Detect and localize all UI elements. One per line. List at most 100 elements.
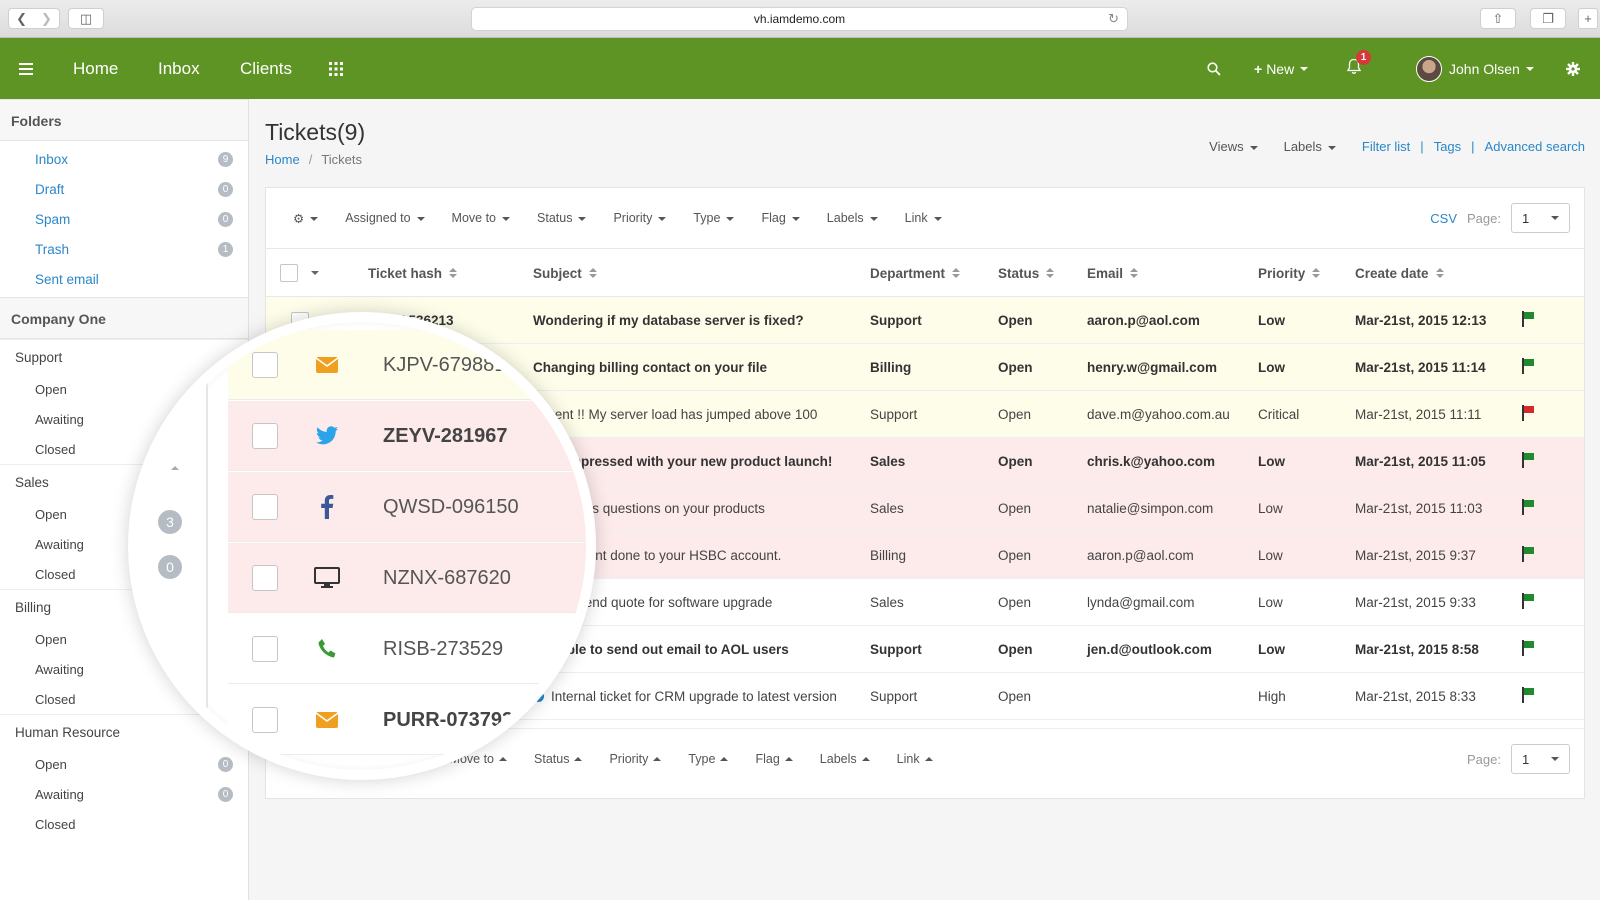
magnified-checkbox xyxy=(252,423,278,449)
forward-icon[interactable]: ❯ xyxy=(41,11,52,27)
flag-icon[interactable] xyxy=(1521,311,1535,327)
cell-email: jen.d@outlook.com xyxy=(1087,642,1212,657)
action-assigned-to[interactable]: Assigned to xyxy=(345,211,425,225)
notifications-button[interactable]: 1 xyxy=(1346,38,1371,99)
tabs-icon: ❐ xyxy=(1542,10,1554,26)
share-button[interactable]: ⇧ xyxy=(1480,8,1516,29)
action-status[interactable]: Status xyxy=(537,211,587,225)
magnified-row: PURR-073793 xyxy=(228,685,586,755)
cell-status: Open xyxy=(998,689,1032,704)
action-type-bottom[interactable]: Type xyxy=(688,752,729,766)
advanced-search-link[interactable]: Advanced search xyxy=(1485,139,1585,154)
back-forward-buttons[interactable]: ❮ ❯ xyxy=(8,8,60,29)
flag-icon[interactable] xyxy=(1521,640,1535,656)
col-status[interactable]: Status xyxy=(998,249,1055,297)
magnified-checkbox xyxy=(252,352,278,378)
action-priority-bottom[interactable]: Priority xyxy=(609,752,662,766)
address-bar[interactable]: vh.iamdemo.com ↻ xyxy=(471,7,1128,31)
views-dropdown[interactable]: Views xyxy=(1209,139,1258,154)
cell-email: aaron.p@aol.com xyxy=(1087,548,1194,563)
col-priority[interactable]: Priority xyxy=(1258,249,1321,297)
action-bar: ⚙ Assigned to Move to Status Priority Ty… xyxy=(266,188,1584,248)
sidebar-toggle-button[interactable]: ◫ xyxy=(68,8,104,29)
col-email[interactable]: Email xyxy=(1087,249,1139,297)
col-ticket-hash[interactable]: Ticket hash xyxy=(368,249,458,297)
cell-status: Open xyxy=(998,595,1032,610)
action-flag-bottom[interactable]: Flag xyxy=(755,752,793,766)
count-badge: 0 xyxy=(218,211,233,227)
apps-grid-icon[interactable] xyxy=(329,38,343,99)
col-department[interactable]: Department xyxy=(870,249,961,297)
search-icon[interactable] xyxy=(1207,38,1221,99)
page-select[interactable]: 1 xyxy=(1511,203,1570,233)
menu-icon[interactable] xyxy=(19,38,35,99)
folder-draft[interactable]: Draft 0 xyxy=(0,174,248,204)
csv-export-link[interactable]: CSV xyxy=(1430,211,1457,226)
bulk-settings-dropdown[interactable]: ⚙ xyxy=(293,211,319,226)
tabs-button[interactable]: ❐ xyxy=(1530,8,1566,29)
action-flag[interactable]: Flag xyxy=(761,211,800,225)
cell-dept: Support xyxy=(870,313,922,328)
dept-hr-closed[interactable]: Closed xyxy=(0,809,248,839)
sort-icon xyxy=(1130,268,1139,278)
breadcrumb: Home / Tickets xyxy=(265,152,363,167)
browser-chrome: ❮ ❯ ◫ vh.iamdemo.com ↻ ⇧ ❐ + xyxy=(0,0,1600,38)
dept-hr-awaiting[interactable]: Awaiting 0 xyxy=(0,779,248,809)
magnified-row: ZEYV-281967 xyxy=(228,401,586,471)
cell-dept: Support xyxy=(870,689,918,704)
filter-list-link[interactable]: Filter list xyxy=(1362,139,1410,154)
action-link-bottom[interactable]: Link xyxy=(897,752,933,766)
chevron-down-icon xyxy=(1551,216,1559,220)
action-labels[interactable]: Labels xyxy=(827,211,878,225)
back-icon[interactable]: ❮ xyxy=(16,11,27,27)
nav-inbox[interactable]: Inbox xyxy=(158,38,200,99)
nav-home[interactable]: Home xyxy=(73,38,118,99)
tags-link[interactable]: Tags xyxy=(1434,139,1461,154)
folder-inbox[interactable]: Inbox 9 xyxy=(0,144,248,174)
magnified-checkbox xyxy=(252,494,278,520)
action-type[interactable]: Type xyxy=(693,211,735,225)
folder-sent-email[interactable]: Sent email xyxy=(0,264,248,294)
magnified-checkbox xyxy=(252,565,278,591)
cell-email: aaron.p@aol.com xyxy=(1087,313,1200,328)
chevron-down-icon[interactable] xyxy=(311,271,319,275)
action-labels-bottom[interactable]: Labels xyxy=(820,752,870,766)
action-priority[interactable]: Priority xyxy=(613,211,667,225)
page-select-bottom[interactable]: 1 xyxy=(1511,744,1570,774)
folder-trash[interactable]: Trash 1 xyxy=(0,234,248,264)
page-label: Page: xyxy=(1467,210,1501,226)
gear-icon[interactable] xyxy=(1566,38,1580,99)
user-name: John Olsen xyxy=(1449,60,1520,77)
col-create-date[interactable]: Create date xyxy=(1355,249,1444,297)
flag-icon[interactable] xyxy=(1521,405,1535,421)
select-all-checkbox[interactable] xyxy=(280,264,298,282)
action-link[interactable]: Link xyxy=(905,211,942,225)
flag-icon[interactable] xyxy=(1521,593,1535,609)
flag-icon[interactable] xyxy=(1521,687,1535,703)
cell-dept: Sales xyxy=(870,454,906,469)
avatar xyxy=(1416,55,1442,82)
action-move-to[interactable]: Move to xyxy=(452,211,511,225)
magnified-row: NZNX-687620 xyxy=(228,543,586,613)
gear-icon: ⚙ xyxy=(293,211,305,226)
select-all[interactable] xyxy=(280,249,319,297)
user-menu[interactable]: John Olsen xyxy=(1416,38,1534,99)
cell-status: Open xyxy=(998,501,1032,516)
flag-icon[interactable] xyxy=(1521,358,1535,374)
breadcrumb-home[interactable]: Home xyxy=(265,152,300,167)
flag-icon[interactable] xyxy=(1521,546,1535,562)
new-button[interactable]: + New xyxy=(1254,38,1309,99)
cell-priority: Low xyxy=(1258,548,1283,563)
cell-priority: Low xyxy=(1258,360,1285,375)
col-subject[interactable]: Subject xyxy=(533,249,597,297)
reload-icon[interactable]: ↻ xyxy=(1108,8,1119,30)
flag-icon[interactable] xyxy=(1521,452,1535,468)
magnified-count-badge: 0 xyxy=(158,555,182,579)
folder-spam[interactable]: Spam 0 xyxy=(0,204,248,234)
labels-dropdown[interactable]: Labels xyxy=(1284,139,1336,154)
new-tab-button[interactable]: + xyxy=(1578,8,1598,29)
phone-icon xyxy=(312,634,342,664)
cell-status: Open xyxy=(998,642,1033,657)
nav-clients[interactable]: Clients xyxy=(240,38,292,99)
flag-icon[interactable] xyxy=(1521,499,1535,515)
